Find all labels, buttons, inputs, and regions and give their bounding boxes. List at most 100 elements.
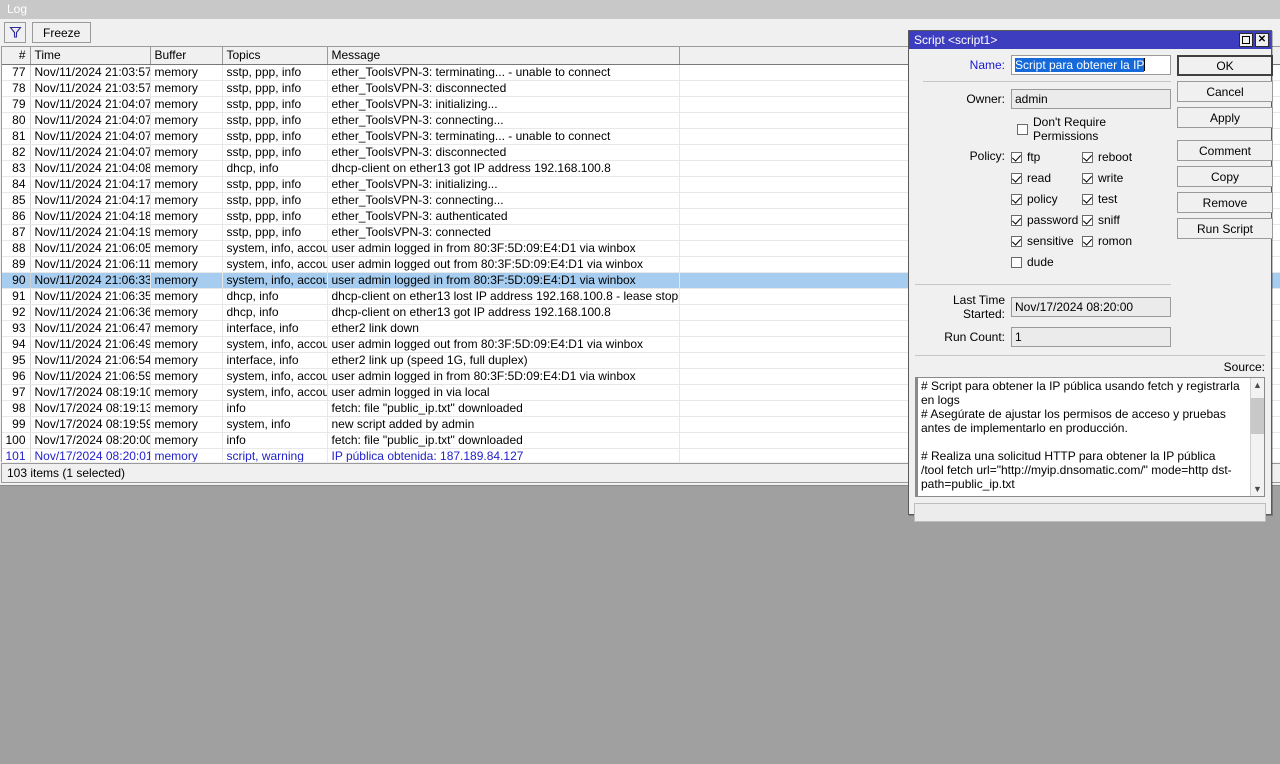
log-cell-buffer: memory [150,336,223,353]
log-cell-message: user admin logged in from 80:3F:5D:09:E4… [327,368,680,385]
policy-label-password: password [1027,213,1079,227]
policy-item-dude[interactable]: dude [1011,255,1082,269]
log-cell-topics: sstp, ppp, info [222,144,328,161]
log-cell-time: Nov/11/2024 21:06:36 [30,304,151,321]
name-input[interactable]: Script para obtener la IP [1011,55,1171,75]
dont-require-permissions-checkbox[interactable] [1017,123,1028,135]
policy-checkbox-grid: ftp reboot read write policy test password snif… [1011,150,1171,276]
log-cell-num: 79 [2,96,31,113]
policy-checkbox-policy[interactable] [1011,193,1022,205]
policy-checkbox-sniff[interactable] [1082,214,1093,226]
log-cell-topics: interface, info [222,352,328,369]
apply-button[interactable]: Apply [1177,107,1273,128]
owner-input[interactable]: admin [1011,89,1171,109]
freeze-button-label: Freeze [43,25,81,40]
log-cell-time: Nov/11/2024 21:04:07 [30,96,151,113]
log-cell-num: 81 [2,128,31,145]
scroll-up-icon[interactable]: ▲ [1251,378,1265,392]
column-header-topics[interactable]: Topics [222,47,328,65]
text-caret [1144,58,1146,71]
form-divider-1 [923,81,1171,82]
source-editor[interactable]: # Script para obtener la IP pública usan… [915,377,1265,497]
policy-checkbox-password[interactable] [1011,214,1022,226]
log-cell-message: ether_ToolsVPN-3: connecting... [327,192,680,209]
policy-label: Policy: [969,149,1005,163]
log-cell-time: Nov/17/2024 08:20:01 [30,448,151,462]
run-count-value: 1 [1015,330,1022,344]
column-header-buffer[interactable]: Buffer [150,47,223,65]
maximize-icon[interactable] [1239,33,1253,47]
remove-button[interactable]: Remove [1177,192,1273,213]
policy-item-read[interactable]: read [1011,171,1082,185]
log-cell-time: Nov/11/2024 21:06:35 [30,288,151,305]
column-header-message[interactable]: Message [327,47,680,65]
policy-item-reboot[interactable]: reboot [1082,150,1153,164]
copy-button[interactable]: Copy [1177,166,1273,187]
script-dialog-buttons: OK Cancel Apply Comment Copy Remove Run Script [1177,55,1273,353]
policy-row: sensitive romon [1011,234,1171,248]
policy-item-policy[interactable]: policy [1011,192,1082,206]
script-dialog-titlebar[interactable]: Script <script1> ✕ [909,31,1271,49]
log-cell-message: ether_ToolsVPN-3: authenticated [327,208,680,225]
column-header-time[interactable]: Time [30,47,151,65]
policy-label-test: test [1098,192,1118,206]
policy-item-sensitive[interactable]: sensitive [1011,234,1082,248]
policy-item-ftp[interactable]: ftp [1011,150,1082,164]
comment-button[interactable]: Comment [1177,140,1273,161]
log-cell-message: new script added by admin [327,416,680,433]
owner-field-row: Owner: admin [915,89,1171,109]
owner-label: Owner: [966,92,1005,106]
scrollbar-track[interactable] [1250,392,1264,482]
log-window-titlebar[interactable]: Log [0,0,1280,19]
policy-checkbox-sensitive[interactable] [1011,235,1022,247]
last-time-started-input[interactable]: Nov/17/2024 08:20:00 [1011,297,1171,317]
log-cell-buffer: memory [150,128,223,145]
log-cell-num: 78 [2,80,31,97]
scrollbar-thumb[interactable] [1250,398,1264,434]
filter-button[interactable] [4,22,26,43]
ok-button[interactable]: OK [1177,55,1273,76]
log-cell-time: Nov/11/2024 21:06:54 [30,352,151,369]
policy-checkbox-reboot[interactable] [1082,151,1093,163]
log-cell-buffer: memory [150,208,223,225]
log-cell-num: 94 [2,336,31,353]
log-cell-num: 98 [2,400,31,417]
log-cell-buffer: memory [150,256,223,273]
policy-checkbox-write[interactable] [1082,172,1093,184]
last-time-started-row: Last Time Started: Nov/17/2024 08:20:00 [915,293,1171,321]
policy-label-sensitive: sensitive [1027,234,1074,248]
log-cell-buffer: memory [150,240,223,257]
source-editor-text[interactable]: # Script para obtener la IP pública usan… [916,378,1250,496]
policy-checkbox-ftp[interactable] [1011,151,1022,163]
policy-checkbox-test[interactable] [1082,193,1093,205]
freeze-button[interactable]: Freeze [32,22,92,43]
policy-item-sniff[interactable]: sniff [1082,213,1153,227]
log-cell-topics: system, info, account [222,336,328,353]
policy-checkbox-dude[interactable] [1011,256,1022,268]
log-cell-topics: system, info, account [222,240,328,257]
column-header-num[interactable]: # [2,47,31,65]
close-icon[interactable]: ✕ [1255,33,1269,47]
policy-item-password[interactable]: password [1011,213,1082,227]
policy-checkbox-read[interactable] [1011,172,1022,184]
log-cell-buffer: memory [150,144,223,161]
policy-item-romon[interactable]: romon [1082,234,1153,248]
log-cell-time: Nov/11/2024 21:06:33 [30,272,151,289]
log-cell-message: ether_ToolsVPN-3: connecting... [327,112,680,129]
cancel-button[interactable]: Cancel [1177,81,1273,102]
log-cell-message: IP pública obtenida: 187.189.84.127 [327,448,680,462]
log-cell-topics: sstp, ppp, info [222,224,328,241]
log-cell-buffer: memory [150,352,223,369]
button-label: Run Script [1196,221,1254,236]
log-cell-topics: system, info [222,416,328,433]
log-cell-num: 87 [2,224,31,241]
policy-item-write[interactable]: write [1082,171,1153,185]
policy-item-test[interactable]: test [1082,192,1153,206]
log-cell-num: 90 [2,272,31,289]
policy-checkbox-romon[interactable] [1082,235,1093,247]
run-script-button[interactable]: Run Script [1177,218,1273,239]
run-count-input[interactable]: 1 [1011,327,1171,347]
scroll-down-icon[interactable]: ▼ [1251,482,1265,496]
log-cell-num: 83 [2,160,31,177]
source-scrollbar[interactable]: ▲ ▼ [1250,378,1264,496]
